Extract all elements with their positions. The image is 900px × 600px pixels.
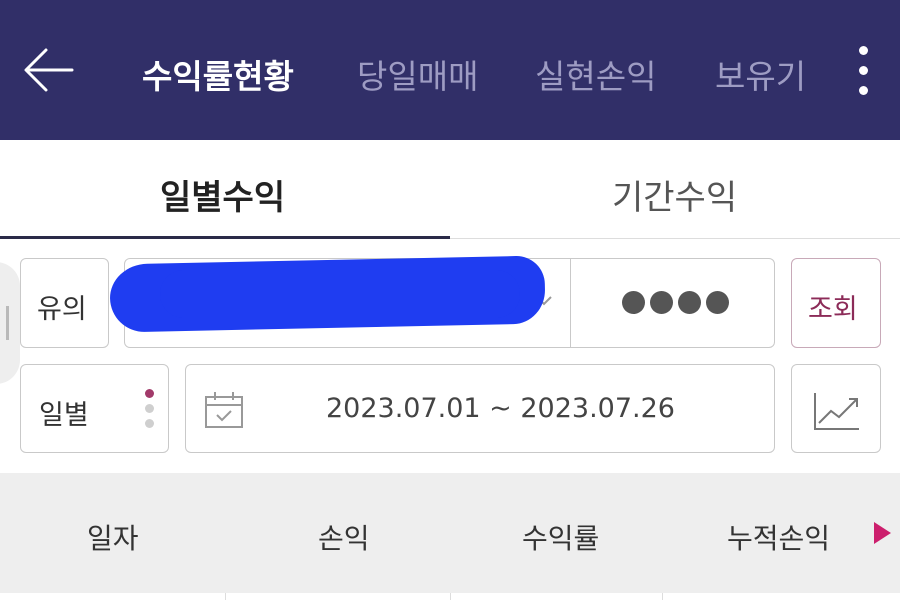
date-range-text: 2023.07.01 ~ 2023.07.26 <box>326 393 675 424</box>
tab-return-status[interactable]: 수익률현황 <box>142 50 294 98</box>
search-button-label: 조회 <box>808 294 858 325</box>
tab-day-trading[interactable]: 당일매매 <box>357 50 478 98</box>
scroll-right-arrow-icon[interactable] <box>874 522 891 544</box>
period-mode-label: 일별 <box>39 400 89 431</box>
subtab-period-profit[interactable]: 기간수익 <box>612 170 737 219</box>
chart-button[interactable] <box>791 364 881 453</box>
subtab-daily-profit[interactable]: 일별수익 <box>160 170 285 219</box>
tab-holdings[interactable]: 보유기 <box>715 50 806 98</box>
table-body-top <box>0 593 900 600</box>
calendar-icon <box>205 392 243 428</box>
column-return-rate: 수익률 <box>522 522 600 555</box>
mode-indicator-dots <box>145 389 155 429</box>
search-button[interactable]: 조회 <box>791 258 881 348</box>
table-header: 일자 손익 수익률 누적손익 <box>0 473 900 593</box>
active-tab-indicator <box>0 236 450 239</box>
account-divider <box>570 259 571 347</box>
tab-realized-pnl[interactable]: 실현손익 <box>535 50 656 98</box>
back-arrow-icon[interactable] <box>22 44 78 96</box>
password-field[interactable] <box>622 291 734 318</box>
tab-divider <box>450 238 900 239</box>
column-cumulative-pnl: 누적손익 <box>727 522 831 555</box>
column-date: 일자 <box>87 522 139 555</box>
column-pnl: 손익 <box>318 522 370 555</box>
account-type-box[interactable]: 유의 <box>20 258 109 348</box>
line-chart-icon <box>814 393 859 430</box>
account-type-label: 유의 <box>37 294 87 325</box>
date-range-picker[interactable]: 2023.07.01 ~ 2023.07.26 <box>185 364 775 453</box>
more-vertical-icon[interactable] <box>850 40 878 100</box>
side-drawer-handle[interactable] <box>0 262 20 384</box>
period-mode-select[interactable]: 일별 <box>20 364 169 453</box>
subtab-bar: 일별수익 기간수익 <box>0 140 900 240</box>
app-header: 수익률현황 당일매매 실현손익 보유기 <box>0 0 900 140</box>
redacted-account-number-fill <box>160 270 520 318</box>
